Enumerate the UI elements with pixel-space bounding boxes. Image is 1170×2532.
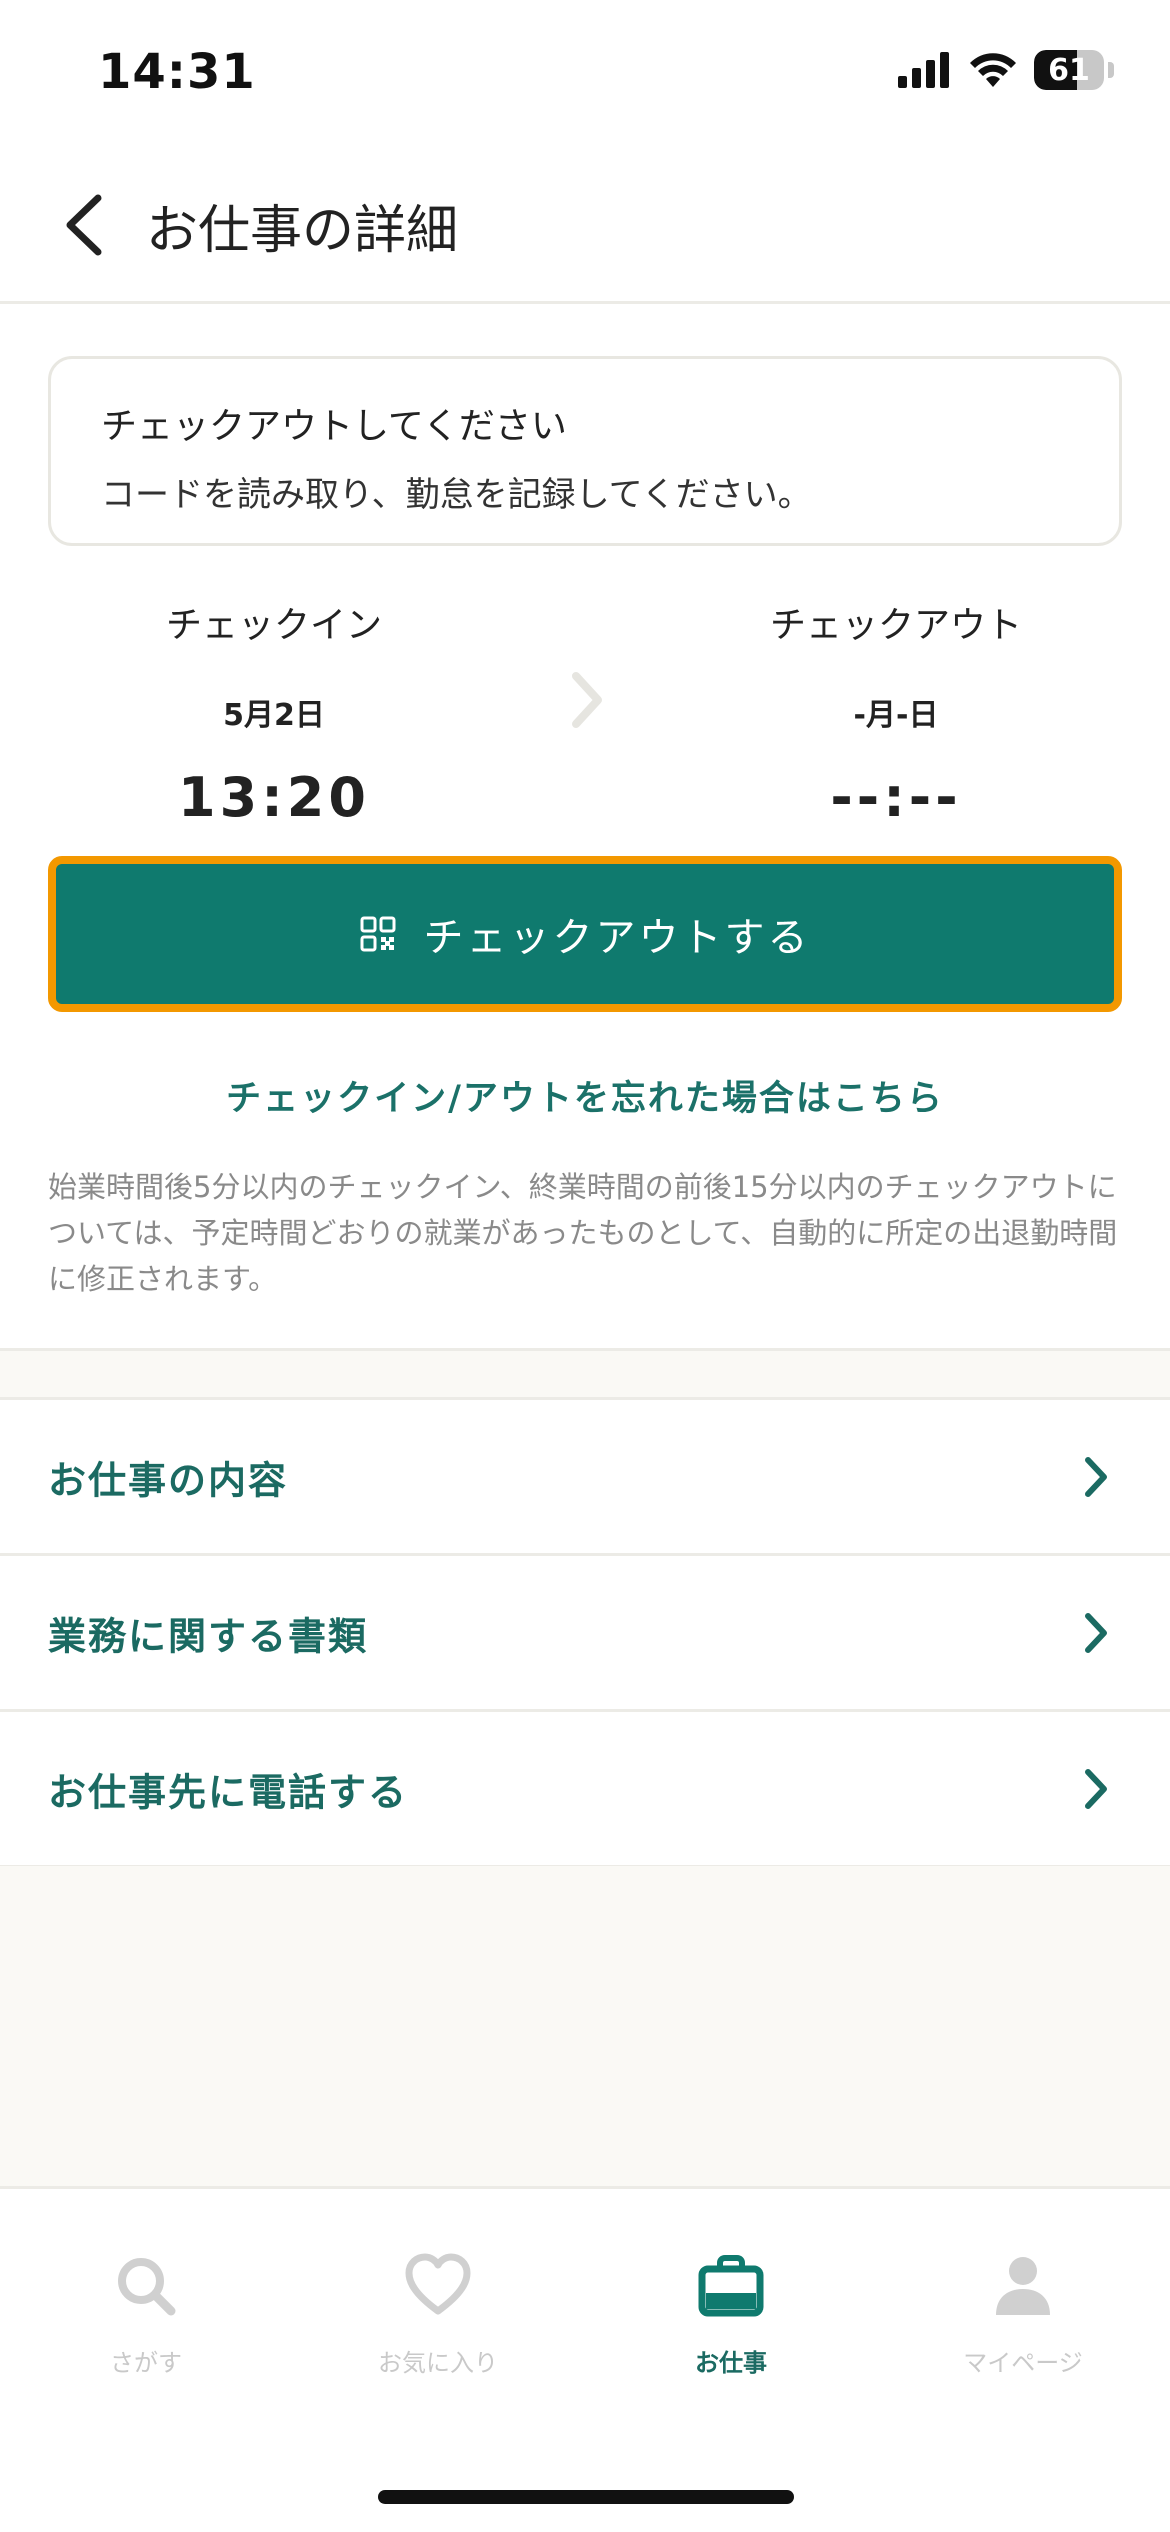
list-item-documents[interactable]: 業務に関する書類: [0, 1556, 1170, 1712]
list-item-job-details[interactable]: お仕事の内容: [0, 1400, 1170, 1556]
page-title: お仕事の詳細: [146, 201, 459, 261]
instruction-title: チェックアウトしてください: [101, 406, 567, 447]
checkout-button-label: チェックアウトする: [423, 915, 811, 961]
tab-search[interactable]: さがす: [0, 2251, 292, 2378]
battery-cap: [1108, 62, 1114, 78]
list-item-label: お仕事の内容: [48, 1458, 289, 1502]
tab-label: さがす: [110, 2349, 182, 2377]
status-bar: 14:31 61: [0, 0, 1170, 150]
screen: 14:31 61 お仕事の詳細 チェックアウトしてください コードを読み取り、勤…: [0, 0, 1170, 2532]
cellular-signal-icon: [898, 52, 949, 88]
empty-area: [0, 1866, 1170, 2188]
nav-bar: お仕事の詳細: [0, 150, 1170, 304]
section-separator: [0, 1348, 1170, 1400]
checkin-label: チェックイン: [165, 605, 382, 646]
instruction-description: コードを読み取り、勤怠を記録してください。: [101, 475, 812, 515]
qr-code-icon: [360, 916, 395, 952]
person-icon: [996, 2257, 1050, 2315]
battery-level: 61: [1048, 52, 1090, 88]
back-chevron-icon[interactable]: [58, 190, 118, 260]
status-time: 14:31: [98, 44, 256, 100]
auto-correction-note: 始業時間後5分以内のチェックイン、終業時間の前後15分以内のチェックアウトについ…: [48, 1170, 1118, 1296]
tab-mypage[interactable]: マイページ: [877, 2251, 1169, 2378]
checkin-date: 5月2日: [223, 698, 325, 733]
briefcase-icon: [698, 2255, 764, 2317]
chevron-right-icon: [1085, 1768, 1107, 1809]
status-icons: 61: [898, 50, 1114, 90]
tab-label: マイページ: [963, 2349, 1083, 2377]
tab-label: お気に入り: [378, 2349, 498, 2377]
wifi-icon: [970, 53, 1016, 87]
checkout-time: --:--: [830, 766, 962, 829]
home-indicator: [378, 2490, 794, 2504]
tab-favorites[interactable]: お気に入り: [292, 2251, 584, 2378]
forgot-checkin-link[interactable]: チェックイン/アウトを忘れた場合はこちら: [0, 1070, 1170, 1121]
tab-jobs[interactable]: お仕事: [585, 2251, 877, 2378]
checkout-button[interactable]: チェックアウトする: [48, 856, 1122, 1012]
battery-icon: 61: [1034, 50, 1104, 90]
list-item-call-workplace[interactable]: お仕事先に電話する: [0, 1712, 1170, 1868]
search-icon: [118, 2258, 176, 2316]
checkin-column: チェックイン 5月2日 13:20: [54, 596, 494, 829]
list-item-label: お仕事先に電話する: [48, 1770, 409, 1814]
list-item-label: 業務に関する書類: [48, 1614, 369, 1658]
checkin-time: 13:20: [178, 766, 370, 829]
chevron-right-icon: [572, 672, 602, 728]
chevron-right-icon: [1085, 1456, 1107, 1497]
tab-label: お仕事: [695, 2349, 767, 2377]
chevron-right-icon: [1085, 1612, 1107, 1653]
tab-bar: さがす お気に入り お仕事 マイページ: [0, 2186, 1170, 2532]
checkout-column: チェックアウト -月-日 --:--: [676, 596, 1116, 829]
heart-icon: [405, 2253, 471, 2315]
checkout-instruction-card: チェックアウトしてください コードを読み取り、勤怠を記録してください。: [48, 356, 1122, 546]
checkout-date: -月-日: [853, 698, 939, 733]
checkout-label: チェックアウト: [769, 605, 1022, 646]
